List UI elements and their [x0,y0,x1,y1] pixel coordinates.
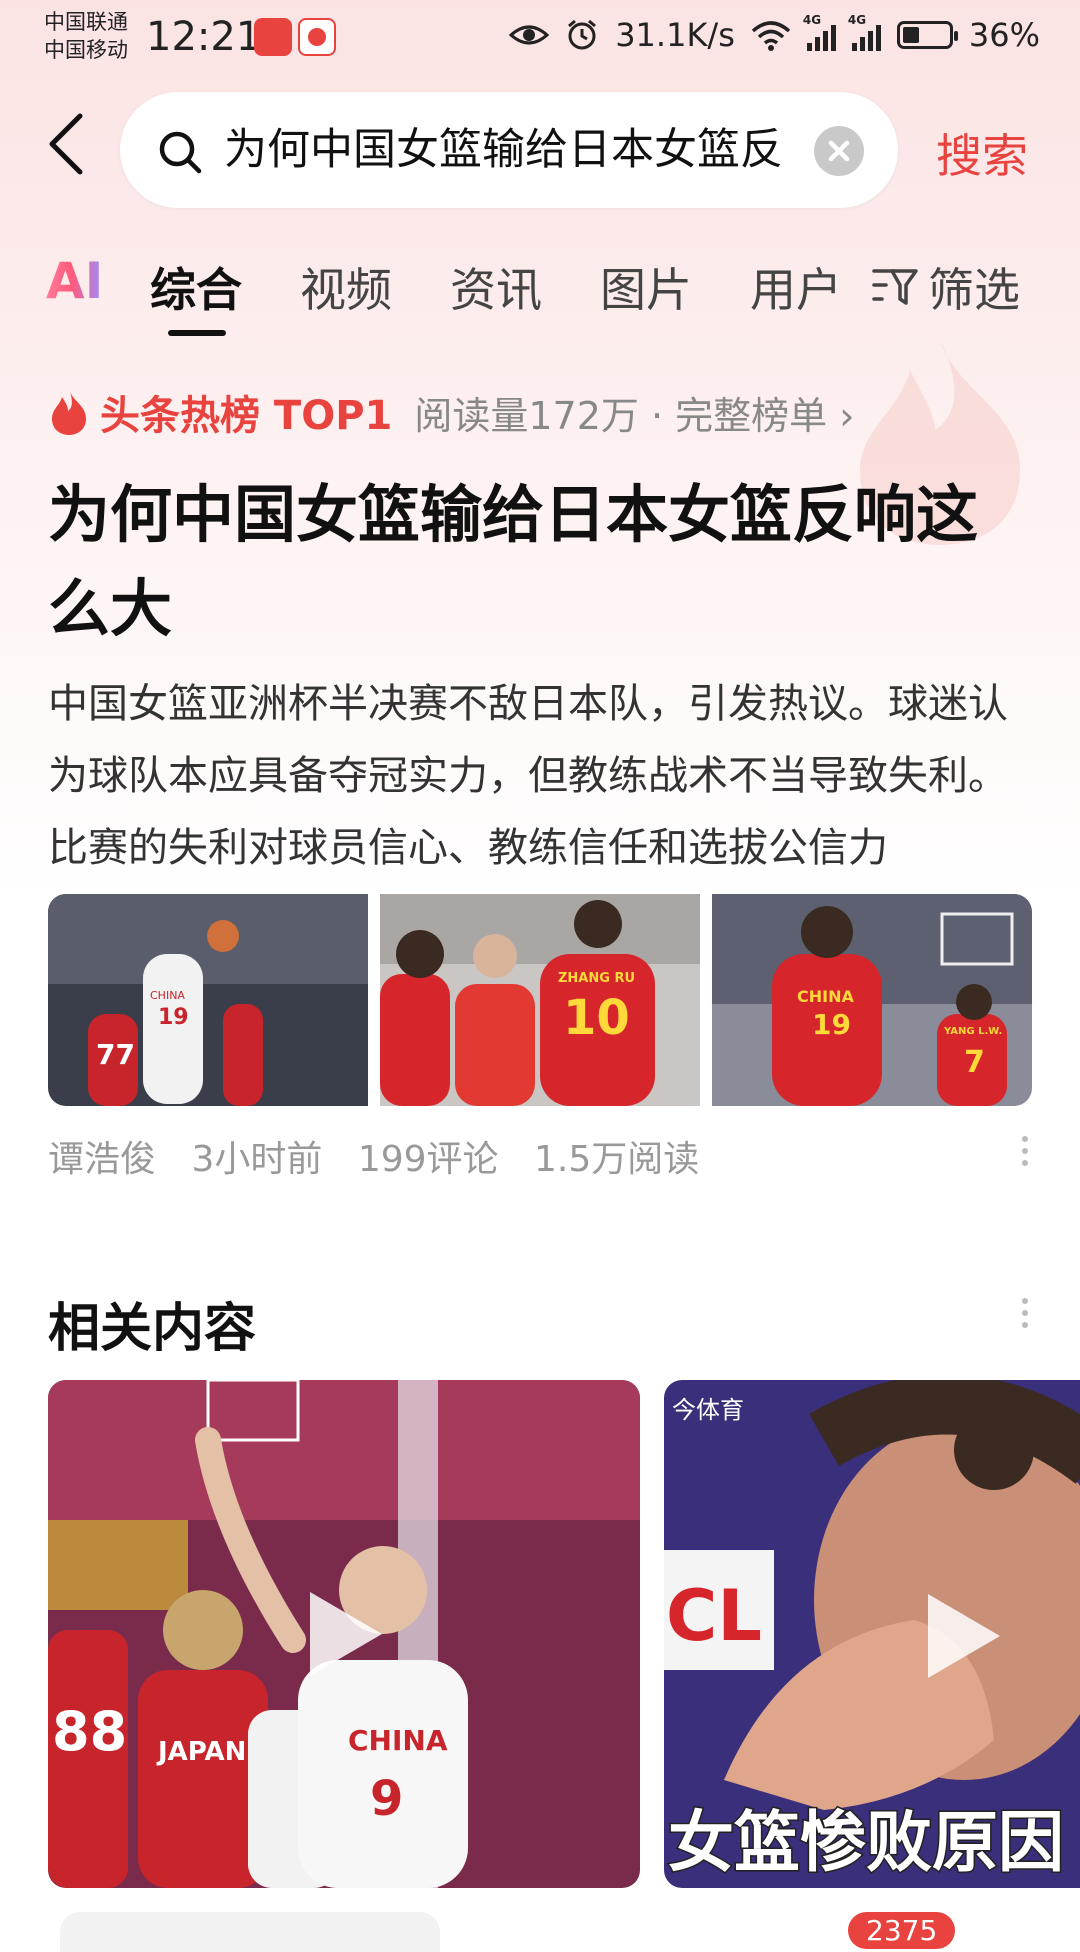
jersey-text: CHINA [797,987,854,1006]
status-icons: 31.1K/s 4G 4G 36% [509,13,1040,54]
filter-button[interactable]: 筛选 [870,254,1020,320]
clock: 12:21 [146,14,262,60]
signal-label-2: 4G [847,13,867,27]
tab-comprehensive[interactable]: 综合 [150,254,242,320]
net-speed: 31.1K/s [615,16,735,54]
status-bar: 中国联通 中国移动 12:21 31.1K/s 4G 4G 36% [0,0,1080,80]
play-icon[interactable] [928,1594,1000,1678]
signal-icon-1: 4G [803,13,836,51]
active-tab-indicator [168,330,226,336]
filter-icon [872,269,918,305]
alarm-icon [568,19,597,50]
article-image-strip[interactable]: 77 19 CHINA ZHANG RU 10 CHINA 19 YANG L.… [48,894,1032,1106]
article-headline[interactable]: 为何中国女篮输给日本女篮反响这么大 [48,468,1038,656]
video-source: 今体育 [672,1396,744,1424]
huawei-app-icon [254,18,292,56]
video-caption: 女篮惨败原因 [668,1804,1064,1881]
related-video-2[interactable]: CL 今体育 女篮惨败原因 [664,1380,1080,1888]
signal-icon-2: 4G [848,13,881,51]
jersey-text: JAPAN [156,1737,246,1767]
search-bar[interactable]: 为何中国女篮输给日本女篮反响这么大 [120,92,898,208]
article-author[interactable]: 谭浩俊 [48,1139,156,1180]
article-time: 3小时前 [191,1139,323,1180]
svg-text:CL: CL [666,1575,762,1657]
article-image-3[interactable]: CHINA 19 YANG L.W. 7 [712,894,1032,1106]
back-button[interactable] [46,112,96,192]
tab-news[interactable]: 资讯 [450,254,542,320]
jersey-name: YANG L.W. [943,1026,1002,1037]
flame-icon [52,389,86,435]
related-more-icon[interactable] [1022,1298,1032,1328]
signal-label-1: 4G [802,13,822,27]
jersey-number: 77 [96,1038,135,1071]
clear-search-button[interactable] [814,126,864,176]
article-image-1[interactable]: 77 19 CHINA [48,894,368,1106]
notification-app-icon [298,18,336,56]
article-comments: 199评论 [357,1139,499,1180]
related-section-title: 相关内容 [48,1299,257,1359]
battery-icon [896,21,958,49]
article-reads: 1.5万阅读 [534,1139,700,1180]
comment-count-badge: 2375 [848,1912,956,1949]
article-meta: 谭浩俊 3小时前 199评论 1.5万阅读 [48,1130,723,1182]
jersey-name: ZHANG RU [558,971,635,986]
hot-list-title: 头条热榜 TOP1 [100,393,393,439]
carrier-info: 中国联通 中国移动 [44,8,128,64]
carrier-1: 中国联通 [44,10,128,34]
basketball-photo-2: ZHANG RU 10 [380,894,700,1106]
jersey-text: CHINA [348,1724,448,1757]
play-icon[interactable] [310,1592,382,1676]
jersey-number: 10 [563,990,630,1046]
carrier-2: 中国移动 [44,38,128,62]
bottom-input-bar[interactable] [60,1912,440,1952]
result-tabs: AI 综合 视频 资讯 图片 用户 筛选 [0,248,1080,338]
search-icon [159,131,202,174]
article-summary[interactable]: 中国女篮亚洲杯半决赛不敌日本队，引发热议。球迷认为球队本应具备夺冠实力，但教练战… [48,668,1038,884]
article-image-2[interactable]: ZHANG RU 10 [380,894,700,1106]
article-more-icon[interactable] [1022,1136,1032,1166]
basketball-photo-3: CHINA 19 YANG L.W. 7 [712,894,1032,1106]
close-icon [828,140,850,162]
wifi-icon [751,21,791,51]
jersey-number: 88 [52,1700,127,1763]
search-input[interactable]: 为何中国女篮输给日本女篮反响这么大 [224,122,784,178]
jersey-number: 19 [158,1005,189,1030]
jersey-number: 9 [370,1771,403,1827]
related-video-1[interactable]: 88 JAPAN CHINA 9 [48,1380,640,1888]
tab-images[interactable]: 图片 [600,254,692,320]
hot-list-meta[interactable]: 阅读量172万 · 完整榜单 › [414,385,854,440]
jersey-number: 19 [812,1008,851,1041]
hot-list-header[interactable]: 头条热榜 TOP1 阅读量172万 · 完整榜单 › [48,382,854,442]
eye-icon [509,25,550,45]
tab-video[interactable]: 视频 [300,254,392,320]
jersey-number: 7 [964,1045,985,1080]
battery-percent: 36% [968,16,1040,54]
tab-users[interactable]: 用户 [750,254,842,320]
basketball-photo-1: 77 19 CHINA [48,894,368,1106]
article-summary-text: 中国女篮亚洲杯半决赛不敌日本队，引发热议。球迷认为球队本应具备夺冠实力，但教练战… [48,681,1008,871]
crying-player-video-thumbnail: CL 今体育 女篮惨败原因 [664,1380,1080,1888]
search-submit-button[interactable]: 搜索 [936,120,1028,186]
battery-fill [902,27,919,43]
jersey-text: CHINA [150,989,185,1002]
tab-ai[interactable]: AI [46,252,103,310]
filter-label: 筛选 [928,263,1020,317]
chevron-left-icon [49,113,83,175]
